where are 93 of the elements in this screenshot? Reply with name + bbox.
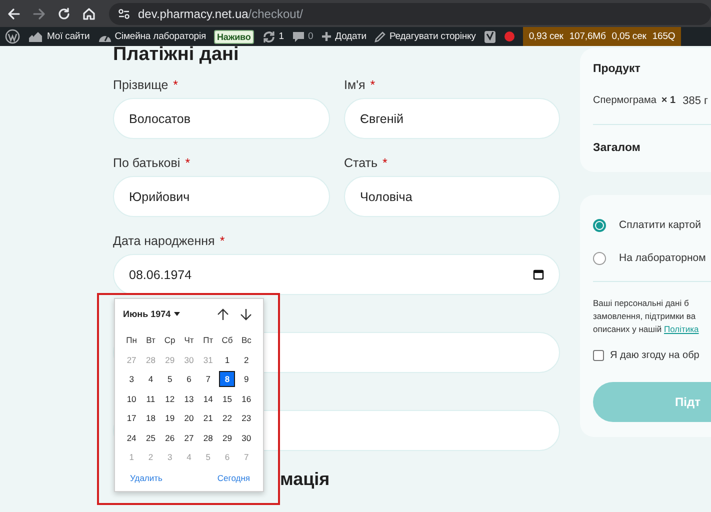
calendar-day[interactable]: 20: [180, 410, 197, 426]
radio-button[interactable]: [593, 218, 606, 232]
calendar-day[interactable]: 26: [162, 430, 178, 446]
text-field[interactable]: Юрийович: [113, 176, 330, 217]
payment-option-label[interactable]: Сплатити картой: [619, 219, 701, 231]
pencil-icon: [374, 30, 386, 42]
add-new-link[interactable]: Додати: [335, 31, 366, 42]
payment-option-label[interactable]: На лабораторном: [619, 252, 706, 264]
plus-icon: [321, 31, 332, 42]
field-label: Прізвище *: [113, 77, 180, 94]
field-label: Стать *: [344, 155, 388, 172]
column-header: Продукт: [593, 62, 642, 77]
consent-label[interactable]: Я даю згоду на обр: [610, 350, 700, 360]
consent-checkbox[interactable]: [593, 350, 604, 360]
calendar-day[interactable]: 4: [142, 371, 159, 388]
calendar-day[interactable]: 15: [219, 390, 236, 407]
calendar-day[interactable]: 7: [200, 371, 216, 388]
field-label: Ім'я *: [344, 77, 376, 94]
today-link[interactable]: Сегодня: [217, 471, 250, 485]
text-field[interactable]: Чоловіча: [344, 176, 560, 217]
month-selector[interactable]: Июнь 1974: [123, 309, 171, 319]
calendar-day[interactable]: 1: [219, 352, 236, 368]
calendar-day[interactable]: 25: [142, 430, 159, 446]
calendar-day[interactable]: 6: [180, 371, 197, 388]
calendar-day[interactable]: 13: [180, 390, 197, 407]
home-icon[interactable]: [82, 6, 96, 20]
up-arrow-icon[interactable]: [217, 308, 229, 320]
calendar-day[interactable]: 16: [238, 390, 254, 407]
weekday-label: Вс: [240, 334, 252, 347]
calendar-day[interactable]: 2: [238, 352, 254, 368]
text-field[interactable]: Волосатов: [113, 98, 330, 139]
calendar-day[interactable]: 29: [219, 430, 236, 446]
calendar-day[interactable]: 19: [162, 410, 178, 426]
weekday-label: Сб: [220, 334, 234, 347]
field-label: По батькові *: [113, 155, 192, 172]
stat-text: 107,6Мб: [569, 31, 606, 42]
text-field[interactable]: Євгеній: [344, 98, 560, 139]
section-heading: мація: [280, 468, 331, 490]
address-bar[interactable]: dev.pharmacy.net.ua/checkout/: [109, 2, 711, 24]
calendar-day[interactable]: 23: [238, 410, 254, 426]
date-field[interactable]: 08.06.1974: [113, 254, 560, 295]
reload-icon[interactable]: [57, 6, 71, 20]
back-arrow-icon[interactable]: [7, 6, 21, 20]
product-name: Спермограма: [593, 94, 656, 108]
sync-icon: [262, 30, 276, 44]
calendar-day[interactable]: 21: [200, 410, 216, 426]
weekday-label: Вт: [145, 334, 156, 347]
calendar-day[interactable]: 27: [180, 430, 197, 446]
calendar-day[interactable]: 3: [124, 371, 140, 388]
weekday-label: Пт: [202, 334, 214, 347]
calendar-day[interactable]: 12: [162, 390, 178, 407]
my-sites-link[interactable]: Мої сайти: [47, 31, 90, 42]
updates-count[interactable]: 1: [278, 31, 284, 42]
section-heading: Платіжні дані: [113, 43, 240, 67]
forward-arrow-icon[interactable]: [32, 6, 46, 20]
calendar-day[interactable]: 9: [238, 371, 254, 388]
tune-icon: [118, 8, 130, 20]
live-badge: Наживо: [214, 30, 254, 44]
stat-text: 0,05 сек: [612, 31, 646, 42]
stat-text: 0,93 сек: [528, 31, 564, 42]
down-arrow-icon[interactable]: [240, 308, 252, 320]
calendar-icon: [533, 269, 544, 280]
url-text: dev.pharmacy.net.ua/checkout/: [138, 6, 303, 20]
weekday-label: Ср: [163, 334, 176, 347]
calendar-day[interactable]: 10: [124, 390, 140, 407]
calendar-day[interactable]: 22: [219, 410, 236, 426]
calendar-day[interactable]: 24: [124, 430, 140, 446]
comment-icon: [292, 30, 305, 43]
comments-count[interactable]: 0: [308, 31, 314, 42]
price-text: 385 г: [682, 94, 708, 109]
calendar-day[interactable]: 18: [142, 410, 159, 426]
calendar-day[interactable]: 30: [238, 430, 254, 446]
edit-page-link[interactable]: Редагувати сторінку: [389, 31, 476, 42]
query-monitor-panel[interactable]: 0,93 сек 107,6Мб 0,05 сек 165Q: [522, 27, 682, 46]
radio-button[interactable]: [593, 252, 606, 264]
weekday-label: Пн: [125, 334, 138, 347]
field-label: Дата народження *: [113, 233, 226, 250]
wordpress-logo-icon[interactable]: [5, 29, 20, 44]
calendar-day[interactable]: 14: [200, 390, 216, 407]
calendar-day[interactable]: 17: [124, 410, 140, 426]
stat-text: 165Q: [652, 31, 676, 42]
quantity-text: × 1: [661, 94, 676, 108]
weekday-label: Чт: [183, 334, 195, 347]
total-label: Загалом: [593, 141, 642, 156]
calendar-day[interactable]: 11: [142, 390, 159, 407]
calendar-day[interactable]: 8: [219, 371, 236, 388]
calendar-day[interactable]: 28: [200, 430, 216, 446]
status-dot-icon: [504, 31, 515, 42]
clear-link[interactable]: Удалить: [130, 471, 162, 485]
calendar-day[interactable]: 5: [162, 371, 178, 388]
caret-down-icon: [174, 312, 180, 316]
privacy-text: Ваші персональні дані б замовлення, підтримки ва описаних у нашій Політика: [593, 297, 700, 336]
site-name-link[interactable]: Сімейна лабораторія: [114, 31, 206, 42]
